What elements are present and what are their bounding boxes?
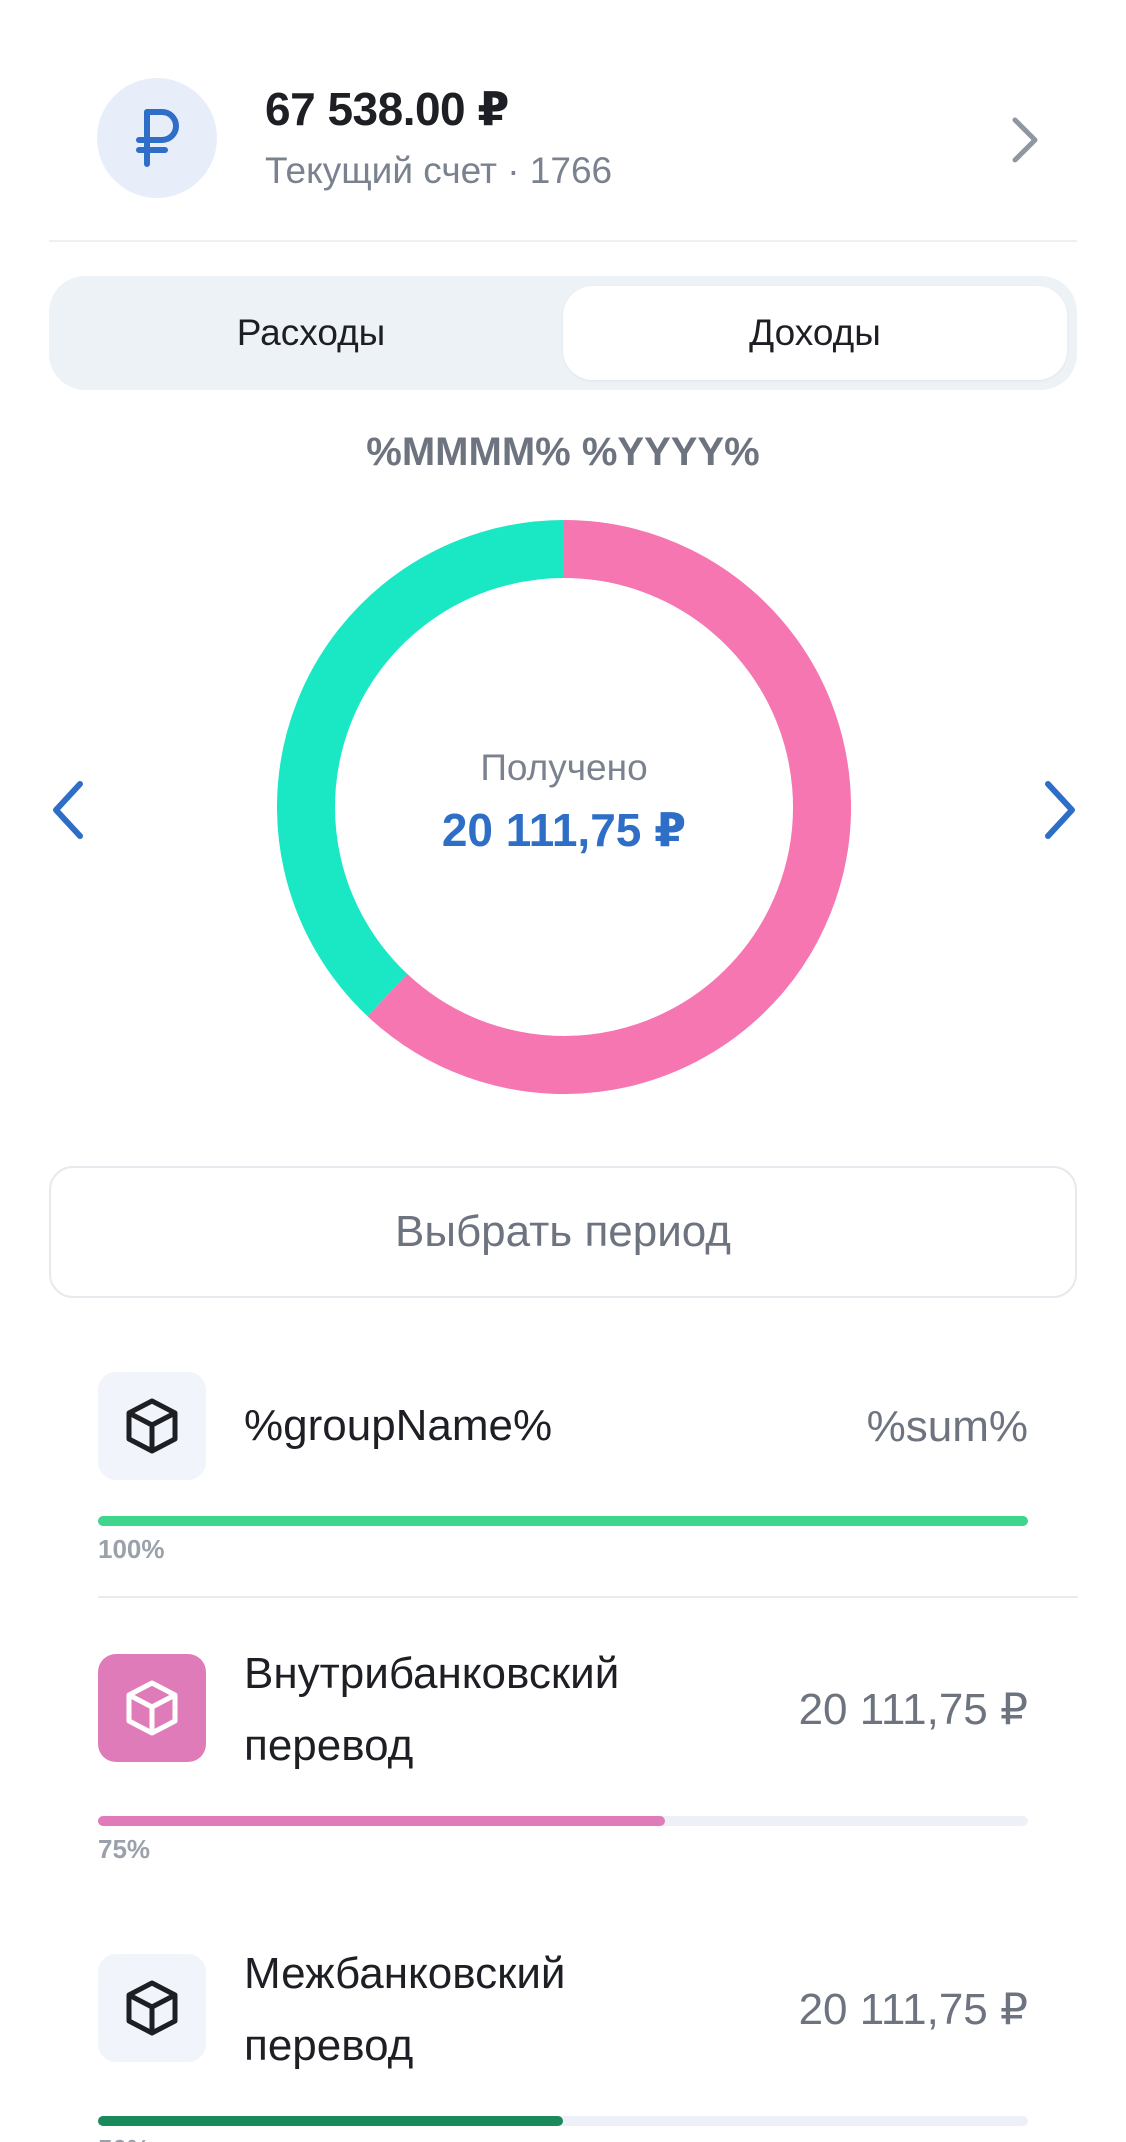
period-title: %MMMM% %YYYY%	[366, 430, 760, 474]
page: 67 538.00 ₽ Текущий счет · 1766 Расходы …	[0, 0, 1126, 2142]
group-name: Внутрибанковский перевод	[244, 1649, 620, 1770]
account-balance: 67 538.00 ₽	[265, 83, 509, 135]
chevron-right-nav-icon[interactable]	[1040, 778, 1080, 842]
group-progress-bar	[98, 1516, 1028, 1526]
header-divider	[49, 240, 1077, 242]
group-percent: 75%	[98, 1834, 151, 1864]
group-name: %groupName%	[244, 1401, 553, 1450]
tab-expenses[interactable]: Расходы	[59, 286, 563, 380]
ruble-icon	[97, 78, 217, 198]
box-icon	[98, 1654, 206, 1762]
group-progress-fill	[98, 1816, 666, 1826]
type-tabs: Расходы Доходы	[49, 276, 1077, 390]
chevron-right-icon[interactable]	[1005, 112, 1045, 168]
group-sum: 20 111,75 ₽	[798, 1685, 1028, 1734]
group-progress-bar	[98, 1816, 1028, 1826]
select-period-button[interactable]: Выбрать период	[49, 1166, 1077, 1298]
donut-center: Получено 20 111,75 ₽	[277, 520, 851, 1094]
box-icon	[98, 1954, 206, 2062]
chevron-left-icon[interactable]	[48, 778, 88, 842]
income-donut-chart: Получено 20 111,75 ₽	[277, 520, 851, 1094]
account-subtitle: Текущий счет · 1766	[265, 150, 613, 191]
row-divider	[98, 1596, 1078, 1598]
donut-value: 20 111,75 ₽	[441, 804, 687, 856]
group-percent: 50%	[98, 2134, 150, 2142]
group-sum: %sum%	[866, 1402, 1028, 1451]
group-percent: 100%	[98, 1534, 165, 1564]
box-icon	[98, 1372, 206, 1480]
tab-income[interactable]: Доходы	[563, 286, 1067, 380]
group-sum: 20 111,75 ₽	[798, 1985, 1028, 2034]
group-name: Межбанковский перевод	[244, 1949, 566, 2070]
group-progress-bar	[98, 2116, 1028, 2126]
donut-label: Получено	[480, 747, 648, 788]
group-progress-fill	[98, 1516, 1028, 1526]
group-progress-fill	[98, 2116, 563, 2126]
